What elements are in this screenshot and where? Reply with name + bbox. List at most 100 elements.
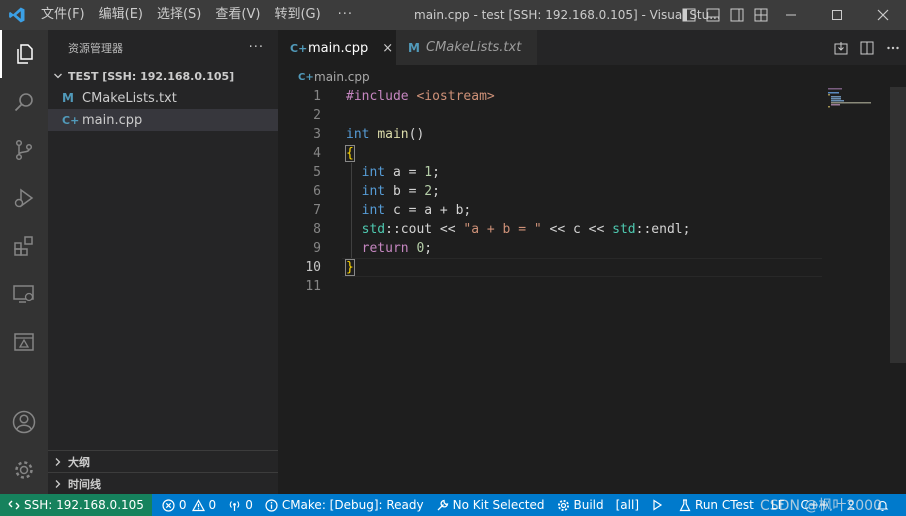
search-icon[interactable] xyxy=(0,78,48,126)
accounts-icon[interactable] xyxy=(0,398,48,446)
breadcrumb[interactable]: C+ main.cpp xyxy=(298,68,370,86)
split-editor-icon[interactable] xyxy=(854,30,880,65)
menu-edit[interactable]: 编辑(E) xyxy=(92,0,150,30)
code-token: std xyxy=(361,222,386,237)
code-token: main xyxy=(377,127,409,142)
workspace-folder[interactable]: TEST [SSH: 192.168.0.105] xyxy=(48,65,278,87)
code-line[interactable]: 3 int main() xyxy=(278,125,838,144)
code-line[interactable]: 2 xyxy=(278,106,838,125)
build-button[interactable]: Build xyxy=(551,494,610,516)
code-token: int xyxy=(361,165,386,180)
build-target-selector[interactable]: [all] xyxy=(610,494,645,516)
code-line[interactable]: 10} xyxy=(278,258,838,277)
code-line[interactable]: 8 std::cout << "a + b = " << c << std::e… xyxy=(278,220,838,239)
line-content: int main() xyxy=(346,125,424,144)
ports-indicator[interactable]: 0 xyxy=(222,494,259,516)
close-tab-icon[interactable]: × xyxy=(382,41,393,56)
code-token: int xyxy=(361,184,386,199)
menu-more-button[interactable]: ··· xyxy=(328,0,363,30)
info-icon xyxy=(265,498,278,512)
timeline-section[interactable]: 时间线 xyxy=(48,472,278,494)
extensions-icon[interactable] xyxy=(0,222,48,270)
source-control-icon[interactable] xyxy=(0,126,48,174)
close-window-icon[interactable] xyxy=(860,0,906,30)
code-line[interactable]: 11 xyxy=(278,277,838,296)
code-token: 2 xyxy=(424,184,433,199)
explorer-icon[interactable] xyxy=(0,30,48,78)
code-line[interactable]: 1 #include <iostream> xyxy=(278,87,838,106)
line-content: std::cout << "a + b = " << c << std::end… xyxy=(346,220,691,239)
explorer-title: 资源管理器 xyxy=(68,41,123,55)
vertical-scrollbar[interactable] xyxy=(890,87,906,363)
explorer-header: 资源管理器 ··· xyxy=(48,30,278,65)
file-cmakelists[interactable]: M CMakeLists.txt xyxy=(48,87,278,109)
title-bar: 文件(F) 编辑(E) 选择(S) 查看(V) 转到(G) ··· main.c… xyxy=(0,0,906,30)
tab-main-cpp[interactable]: C+ main.cpp × xyxy=(278,30,396,65)
code-token: ::endl; xyxy=(635,222,691,237)
toggle-sidebar-icon[interactable] xyxy=(677,0,701,30)
line-number: 9 xyxy=(313,241,321,256)
remote-icon xyxy=(8,499,20,511)
current-line-highlight xyxy=(342,258,822,277)
maximize-icon[interactable] xyxy=(814,0,860,30)
menu-file[interactable]: 文件(F) xyxy=(34,0,92,30)
code-token: a = xyxy=(385,165,425,180)
editor-tabs: C+ main.cpp × M CMakeLists.txt xyxy=(278,30,906,65)
toggle-secondary-sidebar-icon[interactable] xyxy=(725,0,749,30)
problems-indicator[interactable]: 0 0 xyxy=(152,494,222,516)
explorer-sidebar: 资源管理器 ··· TEST [SSH: 192.168.0.105] M CM… xyxy=(48,30,278,494)
cmake-icon[interactable] xyxy=(0,318,48,366)
menu-selection[interactable]: 选择(S) xyxy=(150,0,208,30)
code-token: int xyxy=(361,203,386,218)
toggle-panel-icon[interactable] xyxy=(701,0,725,30)
warning-count: 0 xyxy=(208,498,217,512)
run-debug-icon[interactable] xyxy=(0,174,48,222)
minimap[interactable] xyxy=(828,87,888,127)
line-number: 1 xyxy=(313,89,321,104)
compare-changes-icon[interactable] xyxy=(828,30,854,65)
code-editor[interactable]: 1 #include <iostream> 2 3 int main() 4{5 int … xyxy=(278,87,838,296)
file-main-cpp[interactable]: C+ main.cpp xyxy=(48,109,278,131)
menu-view[interactable]: 查看(V) xyxy=(208,0,267,30)
tab-label: main.cpp xyxy=(308,40,369,56)
file-name: CMakeLists.txt xyxy=(82,90,177,106)
code-line[interactable]: 4{ xyxy=(278,144,838,163)
outline-section[interactable]: 大纲 xyxy=(48,450,278,472)
code-token: c = a + b; xyxy=(385,203,472,218)
warning-icon xyxy=(191,498,205,512)
code-token: int xyxy=(346,127,370,142)
cmake-status[interactable]: CMake: [Debug]: Ready xyxy=(259,494,430,516)
run-ctest-button[interactable]: Run CTest xyxy=(673,494,760,516)
code-line[interactable]: 9 return 0; xyxy=(278,239,838,258)
chevron-down-icon xyxy=(48,71,68,81)
error-icon xyxy=(162,498,175,512)
remote-indicator[interactable]: SSH: 192.168.0.105 xyxy=(0,494,152,516)
watermark: CSDN @枫叶2000 xyxy=(760,498,882,514)
code-token: <iostream> xyxy=(416,89,495,104)
launch-button[interactable] xyxy=(645,494,673,516)
minimize-icon[interactable] xyxy=(768,0,814,30)
code-line[interactable]: 5 int a = 1; xyxy=(278,163,838,182)
remote-explorer-icon[interactable] xyxy=(0,270,48,318)
cpp-file-icon: C+ xyxy=(298,71,314,83)
run-ctest-label: Run CTest xyxy=(695,498,754,512)
explorer-more-button[interactable]: ··· xyxy=(249,40,264,55)
code-token: return xyxy=(361,241,409,256)
ports-count: 0 xyxy=(245,498,253,512)
code-line[interactable]: 6 int b = 2; xyxy=(278,182,838,201)
tab-cmakelists[interactable]: M CMakeLists.txt xyxy=(396,30,537,65)
menu-go[interactable]: 转到(G) xyxy=(267,0,327,30)
code-line[interactable]: 7 int c = a + b; xyxy=(278,201,838,220)
menu-bar: 文件(F) 编辑(E) 选择(S) 查看(V) 转到(G) ··· xyxy=(34,0,363,30)
cmake-kit-selector[interactable]: No Kit Selected xyxy=(430,494,551,516)
line-number: 6 xyxy=(313,184,321,199)
chevron-right-icon xyxy=(48,479,68,489)
more-actions-icon[interactable] xyxy=(880,30,906,65)
editor-area: C+ main.cpp × M CMakeLists.txt C+ main.c… xyxy=(278,30,906,494)
manage-gear-icon[interactable] xyxy=(0,446,48,494)
line-number: 5 xyxy=(313,165,321,180)
line-content: } xyxy=(345,258,355,277)
remote-label: SSH: 192.168.0.105 xyxy=(24,498,144,512)
cmake-status-label: CMake: [Debug]: Ready xyxy=(281,498,424,512)
